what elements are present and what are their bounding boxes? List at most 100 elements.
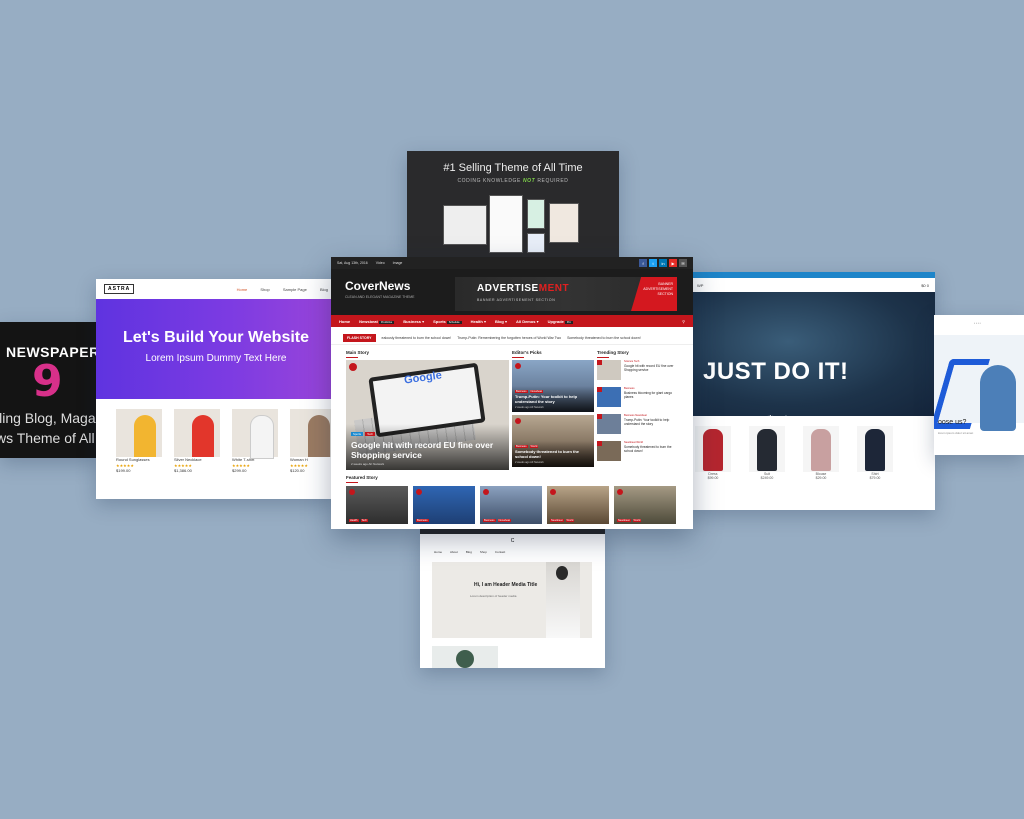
justdo-hero: JUST DO IT! ⚙ ⚡ bbox=[691, 292, 935, 427]
youtube-icon[interactable]: ▶ bbox=[669, 259, 677, 267]
astra-nav-item[interactable]: Shop bbox=[260, 287, 269, 292]
bottom-hero-title: Hi, I am Header Media Title bbox=[474, 582, 538, 588]
product-card[interactable]: Dress $99.00 bbox=[695, 426, 731, 480]
facebook-icon[interactable]: f bbox=[639, 259, 647, 267]
trending-item[interactable]: Business Newsbeat Trump-Putin: Your toolk… bbox=[597, 414, 677, 438]
product-card[interactable]: Blouse $29.00 bbox=[803, 426, 839, 480]
bottom-nav-item[interactable]: Home bbox=[434, 550, 442, 554]
bottom-hero: Hi, I am Header Media Title Lorem descri… bbox=[432, 562, 592, 638]
video-icon bbox=[349, 363, 357, 371]
search-icon[interactable]: ⚲ bbox=[682, 319, 685, 324]
product-price: $199.00 bbox=[116, 468, 131, 473]
story-tag[interactable]: Health bbox=[349, 519, 359, 522]
nav-all-demos[interactable]: All Demos ▾ bbox=[516, 319, 539, 324]
story-tag[interactable]: World bbox=[529, 445, 539, 448]
topcard-subtitle: CODING KNOWLEDGE NOT REQUIRED bbox=[407, 178, 619, 184]
main-story-card[interactable]: Google Sports Tech Google hit with recor… bbox=[346, 360, 509, 470]
story-tag[interactable]: World bbox=[632, 519, 642, 522]
astra-hero: Let's Build Your Website Lorem Ipsum Dum… bbox=[96, 299, 336, 399]
twitter-icon[interactable]: t bbox=[649, 259, 657, 267]
astra-nav-item[interactable]: Blog bbox=[320, 287, 328, 292]
nav-business[interactable]: Business ▾ bbox=[403, 319, 424, 324]
flash-item[interactable]: Trump-Putin: Remembering the forgotten h… bbox=[457, 336, 561, 340]
cn-header: CoverNews CLEAN AND ELEGANT MAGAZINE THE… bbox=[331, 269, 693, 315]
pick-title[interactable]: Trump-Putin: Your toolkit to help unders… bbox=[515, 394, 591, 404]
story-tag[interactable]: Newsbeat bbox=[497, 519, 512, 522]
nav-newsbeat[interactable]: Newsbeat Predictive bbox=[359, 319, 395, 324]
nav-label: Blog ▾ bbox=[494, 318, 507, 324]
trending-item[interactable]: Business Business blooming for giant carg… bbox=[597, 387, 677, 411]
product-image bbox=[290, 409, 336, 457]
trending-thumb bbox=[597, 360, 621, 380]
device-mockups bbox=[443, 195, 583, 257]
story-tag[interactable]: Business bbox=[515, 445, 528, 448]
editors-pick-card[interactable]: Business Newsbeat Trump-Putin: Your tool… bbox=[512, 360, 594, 412]
astra-nav-item[interactable]: Home bbox=[237, 287, 248, 292]
bottom-nav-item[interactable]: Shop bbox=[480, 550, 487, 554]
bottom-post-image bbox=[432, 646, 498, 668]
nav-health[interactable]: Health ▾ bbox=[471, 319, 486, 324]
justdo-logo[interactable]: WP bbox=[697, 283, 703, 288]
featured-card[interactable]: Health Tech bbox=[346, 486, 408, 524]
astra-header: ASTRA Home Shop Sample Page Blog bbox=[96, 279, 336, 299]
bottom-nav-item[interactable]: Contact bbox=[495, 550, 505, 554]
story-tag[interactable]: Newsbeat bbox=[529, 390, 544, 393]
product-card[interactable]: Silver Necklace ★★★★★ $1,386.00 bbox=[174, 409, 220, 473]
pick-title[interactable]: Somebody threatened to burn the school d… bbox=[515, 449, 591, 459]
product-card[interactable]: Shirt $79.00 bbox=[857, 426, 893, 480]
trending-title: Google hit with record EU fine over Shop… bbox=[624, 364, 674, 372]
product-card[interactable]: Round Sunglasses ★★★★★ $199.00 bbox=[116, 409, 162, 473]
nav-sports[interactable]: Sports Schedule bbox=[433, 319, 462, 324]
nav-label: Health ▾ bbox=[470, 318, 486, 324]
story-tag[interactable]: World bbox=[565, 519, 575, 522]
trending-item[interactable]: Science Tech Google hit with record EU fi… bbox=[597, 360, 677, 384]
story-tag[interactable]: Business bbox=[515, 390, 528, 393]
trending-text: Business Newsbeat Trump-Putin: Your toolk… bbox=[624, 414, 677, 438]
linkedin-icon[interactable]: in bbox=[659, 259, 667, 267]
video-icon bbox=[550, 489, 556, 495]
product-card[interactable]: White T-shirt ★★★★★ $299.00 bbox=[232, 409, 278, 473]
story-tags: Health Tech bbox=[349, 519, 368, 522]
nav-home[interactable]: Home bbox=[339, 319, 350, 324]
cn-top-link[interactable]: Video bbox=[376, 261, 385, 265]
astra-nav-item[interactable]: Sample Page bbox=[283, 287, 307, 292]
trending-title: Trump-Putin: Your toolkit to help unders… bbox=[624, 418, 670, 426]
story-tag[interactable]: Newsbeat bbox=[550, 519, 564, 522]
device-screen bbox=[549, 203, 579, 243]
featured-card[interactable]: Business bbox=[413, 486, 475, 524]
cn-advertisement-banner[interactable]: ADVERTISEMENT BANNER ADVERTISEMENT SECTI… bbox=[455, 277, 677, 311]
featured-card[interactable]: Newsbeat World bbox=[547, 486, 609, 524]
trending-item[interactable]: Newsbeat World Somebody threatened to bur… bbox=[597, 441, 677, 465]
nav-label: Sports bbox=[433, 318, 446, 324]
astra-theme-preview: ASTRA Home Shop Sample Page Blog Let's B… bbox=[96, 279, 336, 499]
ad-subtitle: BANNER ADVERTISEMENT SECTION bbox=[477, 298, 556, 302]
justdo-nav: WP $0 0 bbox=[691, 278, 935, 292]
story-tag[interactable]: Tech bbox=[365, 432, 376, 436]
cart-summary[interactable]: $0 0 bbox=[921, 283, 929, 288]
bottom-nav-item[interactable]: About bbox=[450, 550, 458, 554]
story-tag[interactable]: Business bbox=[483, 519, 496, 522]
mail-icon[interactable]: ✉ bbox=[679, 259, 687, 267]
main-story-headline[interactable]: Google hit with record EU fine over Shop… bbox=[351, 440, 505, 460]
product-card[interactable]: Suit $249.00 bbox=[749, 426, 785, 480]
story-tag[interactable]: Business bbox=[416, 519, 429, 522]
cn-logo[interactable]: CoverNews bbox=[345, 279, 410, 293]
featured-card[interactable]: Newsbeat World bbox=[614, 486, 676, 524]
featured-card[interactable]: Business Newsbeat bbox=[480, 486, 542, 524]
nav-blog[interactable]: Blog ▾ bbox=[495, 319, 507, 324]
nav-upgrade[interactable]: Upgrade Pro bbox=[548, 319, 573, 324]
story-tag[interactable]: Tech bbox=[360, 519, 368, 522]
editors-pick-card[interactable]: Business World Somebody threatened to bu… bbox=[512, 415, 594, 467]
story-tag[interactable]: Sports bbox=[351, 432, 364, 436]
bottom-nav-item[interactable]: Blog bbox=[466, 550, 472, 554]
video-icon bbox=[416, 489, 422, 495]
product-card[interactable]: Woman H ★★★★★ $120.00 bbox=[290, 409, 336, 473]
cn-top-link[interactable]: Image bbox=[393, 261, 403, 265]
flash-item[interactable]: ealously threatened to burn the school d… bbox=[382, 336, 452, 340]
video-icon bbox=[515, 363, 521, 369]
story-tag[interactable]: Newsbeat bbox=[617, 519, 631, 522]
nav-label: Upgrade bbox=[547, 318, 564, 324]
flash-item[interactable]: Somebody threatened to burn the school d… bbox=[567, 336, 641, 340]
justdo-product-grid: Dress $99.00 Suit $249.00 Blouse $29.00 … bbox=[691, 416, 935, 480]
corp-section-title: oose us? bbox=[938, 419, 967, 426]
